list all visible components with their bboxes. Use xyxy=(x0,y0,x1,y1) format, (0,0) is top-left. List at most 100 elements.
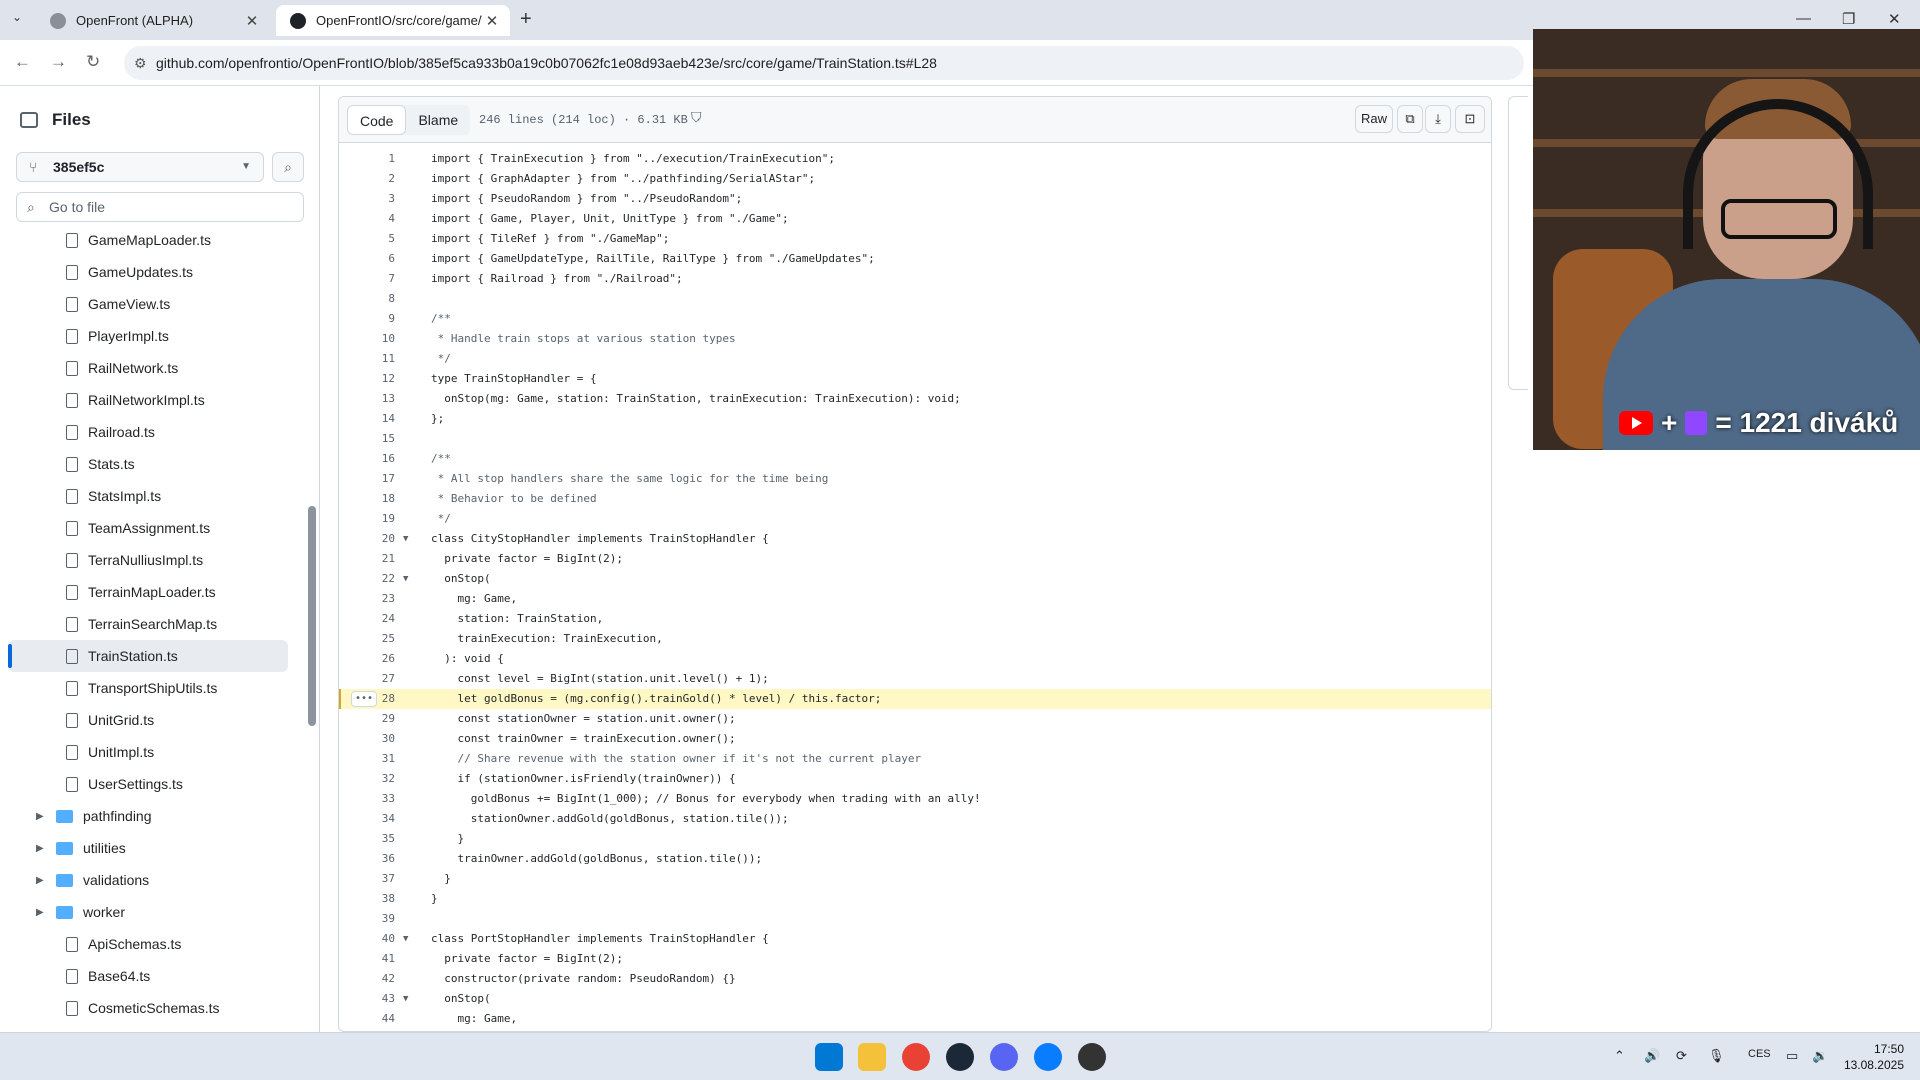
tree-folder[interactable]: ▶ utilities xyxy=(0,832,300,864)
line-number[interactable]: 22 xyxy=(339,569,395,589)
line-number[interactable]: 8 xyxy=(339,289,395,309)
line-number[interactable]: 14 xyxy=(339,409,395,429)
line-number[interactable]: 15 xyxy=(339,429,395,449)
code-line[interactable]: 11 */ xyxy=(339,349,1491,369)
line-number[interactable]: 25 xyxy=(339,629,395,649)
line-number[interactable]: 38 xyxy=(339,889,395,909)
code-line[interactable]: 22 ▼ onStop( xyxy=(339,569,1491,589)
restore-icon[interactable]: ❐ xyxy=(1842,10,1855,28)
download-icon[interactable]: ⤓ xyxy=(1425,105,1451,133)
display-icon[interactable]: ▭ xyxy=(1786,1048,1798,1064)
tree-folder[interactable]: ▶ worker xyxy=(0,896,300,928)
tree-file[interactable]: GameView.ts xyxy=(0,288,300,320)
windows-start-icon[interactable] xyxy=(815,1043,843,1071)
line-number[interactable]: 6 xyxy=(339,249,395,269)
line-number[interactable]: 30 xyxy=(339,729,395,749)
code-line[interactable]: 37 } xyxy=(339,869,1491,889)
code-line[interactable]: 42 constructor(private random: PseudoRan… xyxy=(339,969,1491,989)
obs-icon[interactable] xyxy=(1078,1043,1106,1071)
tree-file[interactable]: UnitImpl.ts xyxy=(0,736,300,768)
line-number[interactable]: 41 xyxy=(339,949,395,969)
line-number[interactable]: 29 xyxy=(339,709,395,729)
code-line[interactable]: 8 xyxy=(339,289,1491,309)
line-number[interactable]: 44 xyxy=(339,1009,395,1029)
chevron-right-icon[interactable]: ▶ xyxy=(36,843,50,854)
code-line[interactable]: 31 // Share revenue with the station own… xyxy=(339,749,1491,769)
tree-file[interactable]: TrainStation.ts xyxy=(8,640,288,672)
line-number[interactable]: 12 xyxy=(339,369,395,389)
code-line[interactable]: 44 mg: Game, xyxy=(339,1009,1491,1029)
code-line[interactable]: 4 import { Game, Player, Unit, UnitType }… xyxy=(339,209,1491,229)
copy-icon[interactable]: ⧉ xyxy=(1397,105,1423,133)
code-line[interactable]: 30 const trainOwner = trainExecution.own… xyxy=(339,729,1491,749)
tab-search-icon[interactable]: ⌄ xyxy=(12,10,22,24)
line-number[interactable]: 43 xyxy=(339,989,395,1009)
forward-icon[interactable]: → xyxy=(50,52,67,72)
line-number[interactable]: 31 xyxy=(339,749,395,769)
line-number[interactable]: 20 xyxy=(339,529,395,549)
tray-chevron-icon[interactable]: ⌃ xyxy=(1614,1048,1625,1064)
chevron-right-icon[interactable]: ▶ xyxy=(36,811,50,822)
line-number[interactable]: 13 xyxy=(339,389,395,409)
line-number[interactable]: 3 xyxy=(339,189,395,209)
fold-chevron-icon[interactable]: ▼ xyxy=(403,569,408,589)
code-line[interactable]: 41 private factor = BigInt(2); xyxy=(339,949,1491,969)
sidebar-scrollbar-thumb[interactable] xyxy=(308,506,316,726)
symbols-panel-icon[interactable]: ⊡ xyxy=(1455,105,1485,133)
tree-file[interactable]: GameMapLoader.ts xyxy=(0,232,300,256)
chevron-right-icon[interactable]: ▶ xyxy=(36,875,50,886)
code-line[interactable]: 27 const level = BigInt(station.unit.lev… xyxy=(339,669,1491,689)
code-line[interactable]: 2 import { GraphAdapter } from "../pathfi… xyxy=(339,169,1491,189)
line-number[interactable]: 24 xyxy=(339,609,395,629)
sync-icon[interactable]: ⟳ xyxy=(1676,1048,1687,1064)
tree-file[interactable]: RailNetwork.ts xyxy=(0,352,300,384)
line-number[interactable]: 28 xyxy=(339,689,395,709)
code-line[interactable]: 14}; xyxy=(339,409,1491,429)
line-number[interactable]: 35 xyxy=(339,829,395,849)
fold-chevron-icon[interactable]: ▼ xyxy=(403,989,408,1009)
code-line[interactable]: 32 if (stationOwner.isFriendly(trainOwne… xyxy=(339,769,1491,789)
steam-icon[interactable] xyxy=(946,1043,974,1071)
tree-folder[interactable]: ▶ validations xyxy=(0,864,300,896)
line-number[interactable]: 26 xyxy=(339,649,395,669)
new-tab-button[interactable]: + xyxy=(520,8,532,31)
line-number[interactable]: 16 xyxy=(339,449,395,469)
tree-file[interactable]: TerrainSearchMap.ts xyxy=(0,608,300,640)
code-line[interactable]: 3 import { PseudoRandom } from "../Pseudo… xyxy=(339,189,1491,209)
tree-file[interactable]: PlayerImpl.ts xyxy=(0,320,300,352)
fold-chevron-icon[interactable]: ▼ xyxy=(403,929,408,949)
code-line[interactable]: 18 * Behavior to be defined xyxy=(339,489,1491,509)
line-number[interactable]: 4 xyxy=(339,209,395,229)
tab-code[interactable]: Code xyxy=(347,105,407,135)
messenger-icon[interactable] xyxy=(1034,1043,1062,1071)
tree-file[interactable]: Railroad.ts xyxy=(0,416,300,448)
code-line[interactable]: 35 } xyxy=(339,829,1491,849)
raw-button[interactable]: Raw xyxy=(1355,105,1393,133)
line-number[interactable]: 9 xyxy=(339,309,395,329)
code-line[interactable]: 12 type TrainStopHandler = { xyxy=(339,369,1491,389)
code-line[interactable]: 26 ): void { xyxy=(339,649,1491,669)
discord-icon[interactable] xyxy=(990,1043,1018,1071)
line-number[interactable]: 32 xyxy=(339,769,395,789)
fold-chevron-icon[interactable]: ▼ xyxy=(403,529,408,549)
code-line[interactable]: 21 private factor = BigInt(2); xyxy=(339,549,1491,569)
tree-file[interactable]: CosmeticSchemas.ts xyxy=(0,992,300,1024)
tree-file[interactable]: GameUpdates.ts xyxy=(0,256,300,288)
clock[interactable]: 17:50 13.08.2025 xyxy=(1840,1041,1904,1073)
minimize-icon[interactable]: — xyxy=(1796,10,1811,27)
line-number[interactable]: 17 xyxy=(339,469,395,489)
speaker-icon[interactable]: 🔊 xyxy=(1644,1048,1660,1064)
code-line[interactable]: 7 import { Railroad } from "./Railroad"; xyxy=(339,269,1491,289)
code-line[interactable]: 39 xyxy=(339,909,1491,929)
browser-tab-github[interactable]: OpenFrontIO/src/core/game/Tr ✕ xyxy=(276,5,510,36)
line-number[interactable]: 37 xyxy=(339,869,395,889)
tree-file[interactable]: Base64.ts xyxy=(0,960,300,992)
line-number[interactable]: 7 xyxy=(339,269,395,289)
line-number[interactable]: 11 xyxy=(339,349,395,369)
tree-file[interactable]: StatsImpl.ts xyxy=(0,480,300,512)
code-line[interactable]: ••• 28 let goldBonus = (mg.config().train… xyxy=(339,689,1491,709)
line-number[interactable]: 1 xyxy=(339,149,395,169)
line-number[interactable]: 40 xyxy=(339,929,395,949)
tree-file[interactable]: UnitGrid.ts xyxy=(0,704,300,736)
line-number[interactable]: 2 xyxy=(339,169,395,189)
